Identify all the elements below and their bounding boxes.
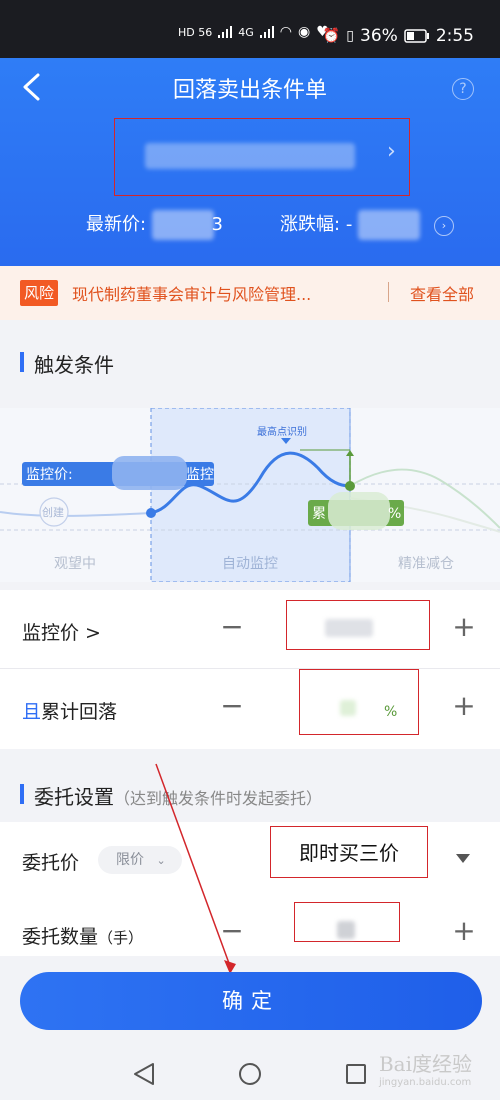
peak-label: 最高点识别 [257,425,307,438]
network-type-label: 4G [238,25,254,39]
plus-button[interactable]: + [452,613,476,641]
monitor-price-row: 监控价 > − + [0,590,500,668]
section-title: 触发条件 [34,353,114,377]
percent-unit: % [384,704,398,720]
minus-button[interactable]: − [220,613,244,641]
stage-label: 自动监控 [222,556,278,572]
monitor-tag-end: 监控 [186,467,214,483]
view-all-link[interactable]: 查看全部 [410,281,474,305]
page-title: 回落卖出条件单 [172,78,327,103]
signal-icon [218,26,233,38]
annotation-arrow [155,763,236,974]
price-redacted [151,210,214,240]
chevron-right-icon: › [387,139,396,164]
stage-label: 观望中 [54,556,96,572]
status-right: ⏰ ▯ 36% 2:55 [323,26,474,46]
drop-tag-start: 累 [312,506,326,522]
stock-selector[interactable]: › [114,118,410,196]
order-quantity-row: 委托数量（手） − + [0,896,500,956]
change-redacted [358,210,421,240]
wifi-icon: ◠ [279,24,292,40]
monitor-price-tag: 监控价: [26,467,73,483]
clock: 2:55 [435,26,474,46]
order-quantity-label: 委托数量（手） [22,926,144,948]
trigger-illustration: 最高点识别 监控价: 监控 累 % 创建 观望中 自动监控 精准减仓 [0,407,500,583]
redacted-chip [328,492,390,530]
status-bar: HD 56 4G ◠ ◉ ♥ ⏰ ▯ 36% 2:55 [0,0,500,58]
drop-tag-end: % [388,506,401,522]
latest-price: 最新价: 3 [86,210,223,240]
alarm-icon: ⏰ [322,28,341,44]
order-price-value[interactable]: 即时买三价 [270,826,428,878]
plus-button[interactable]: + [452,692,476,720]
minus-button[interactable]: − [220,692,244,720]
confirm-button[interactable]: 确定 [20,972,482,1030]
trigger-section-header: 触发条件 [0,332,500,392]
recents-nav-icon[interactable] [345,1063,367,1085]
create-label: 创建 [42,505,64,519]
header: 回落卖出条件单 ? › 最新价: 3 涨跌幅: - › [0,58,500,266]
pre-curve [0,511,152,517]
signal-label: HD 56 [178,25,213,39]
value-redacted [340,700,356,716]
risk-notice[interactable]: 风险 现代制药董事会审计与风险管理... 查看全部 [0,266,500,320]
section-accent [20,784,24,804]
trigger-point [345,481,355,491]
trigger-diagram: 最高点识别 监控价: 监控 累 % 创建 观望中 自动监控 精准减仓 [0,407,500,583]
monitor-point [146,508,156,518]
app-icon: ◉ [298,24,311,40]
cumulative-drop-row: 且累计回落 − % + [0,669,500,749]
dropdown-triangle-icon[interactable] [456,854,470,864]
home-nav-icon[interactable] [238,1062,262,1086]
circle-arrow-icon[interactable]: › [434,216,454,236]
stock-name-redacted [145,143,355,169]
price-change: 涨跌幅: - [280,210,421,240]
cumulative-drop-label: 且累计回落 [22,701,118,723]
monitor-price-input[interactable] [286,600,430,650]
value-redacted [325,619,373,637]
back-nav-icon[interactable] [133,1062,155,1086]
battery-icon [404,29,429,43]
battery-percent: 36% [360,26,398,46]
section-accent [20,352,24,372]
divider [388,282,389,302]
plus-button[interactable]: + [452,917,476,945]
watermark: Bai度经验 jingyan.baidu.com [378,1052,472,1088]
monitor-price-label: 监控价 > [22,622,101,644]
order-section-header: 委托设置（达到触发条件时发起委托） [0,764,500,824]
vibrate-icon: ▯ [346,28,355,44]
signal-icon [259,26,274,38]
network-indicators: HD 56 4G ◠ ◉ ♥ [178,24,329,40]
order-price-row: 委托价 限价 ⌄ 即时买三价 [0,822,500,896]
stage-label: 精准减仓 [398,556,454,572]
help-icon[interactable]: ? [452,78,474,100]
value-redacted [337,921,355,939]
redacted-chip [112,456,187,490]
order-quantity-input[interactable] [294,902,400,942]
risk-text: 现代制药董事会审计与风险管理... [72,285,312,304]
risk-badge: 风险 [20,280,59,306]
cumulative-drop-input[interactable]: % [299,669,419,735]
order-price-label: 委托价 [22,852,80,874]
